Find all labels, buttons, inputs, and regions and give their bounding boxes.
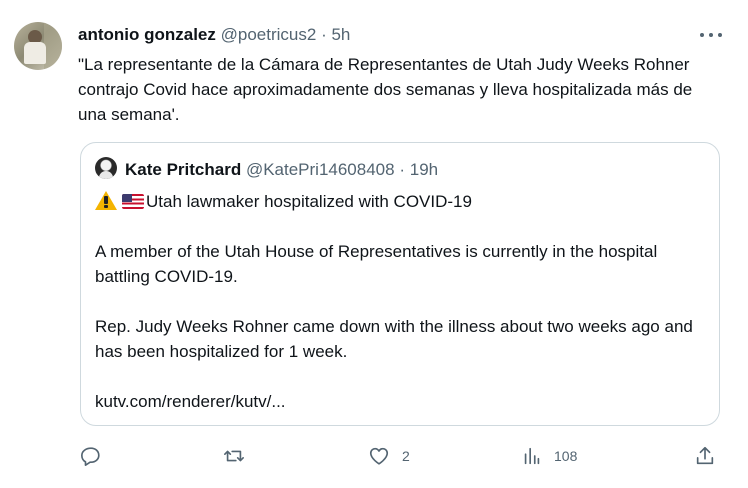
quote-timestamp: 19h: [409, 160, 439, 179]
separator: ·: [399, 160, 405, 179]
views-button[interactable]: 108: [522, 444, 577, 468]
author-name[interactable]: antonio gonzalez: [78, 25, 216, 44]
us-flag-icon: [122, 194, 144, 209]
quote-author-handle: @KatePri14608408: [245, 160, 395, 179]
more-options-button[interactable]: [700, 26, 722, 44]
ellipsis-icon: [700, 33, 704, 37]
timestamp[interactable]: 5h: [331, 25, 350, 44]
avatar[interactable]: [14, 22, 62, 70]
warning-icon: [95, 191, 117, 210]
quote-paragraph: Rep. Judy Weeks Rohner came down with th…: [95, 317, 693, 361]
quote-header: Kate Pritchard @KatePri14608408 · 19h: [125, 159, 438, 181]
quote-author-name: Kate Pritchard: [125, 160, 242, 179]
tweet-text: "La representante de la Cámara de Repres…: [78, 55, 693, 124]
retweet-icon: [224, 450, 244, 462]
views-count: 108: [554, 448, 578, 464]
heart-icon: [369, 447, 389, 465]
quote-avatar: [95, 157, 117, 179]
quoted-tweet[interactable]: Kate Pritchard @KatePri14608408 · 19h Ut…: [80, 142, 720, 426]
retweet-button[interactable]: [222, 444, 246, 468]
author-handle[interactable]: @poetricus2: [221, 25, 317, 44]
share-icon: [696, 446, 714, 465]
quote-headline: Utah lawmaker hospitalized with COVID-19: [146, 192, 472, 211]
action-bar: 2 108: [0, 444, 748, 468]
quote-link: kutv.com/renderer/kutv/...: [95, 392, 286, 411]
tweet[interactable]: antonio gonzalez @poetricus2 · 5h "La re…: [0, 0, 748, 488]
share-button[interactable]: [694, 444, 716, 468]
reply-icon: [81, 447, 100, 466]
quote-paragraph: A member of the Utah House of Representa…: [95, 242, 658, 286]
reply-button[interactable]: [80, 444, 102, 468]
like-button[interactable]: 2: [368, 444, 410, 468]
analytics-icon: [524, 447, 540, 465]
like-count: 2: [402, 448, 410, 464]
tweet-header: antonio gonzalez @poetricus2 · 5h: [78, 24, 350, 46]
quote-body: Utah lawmaker hospitalized with COVID-19…: [95, 189, 705, 414]
separator: ·: [321, 25, 327, 44]
